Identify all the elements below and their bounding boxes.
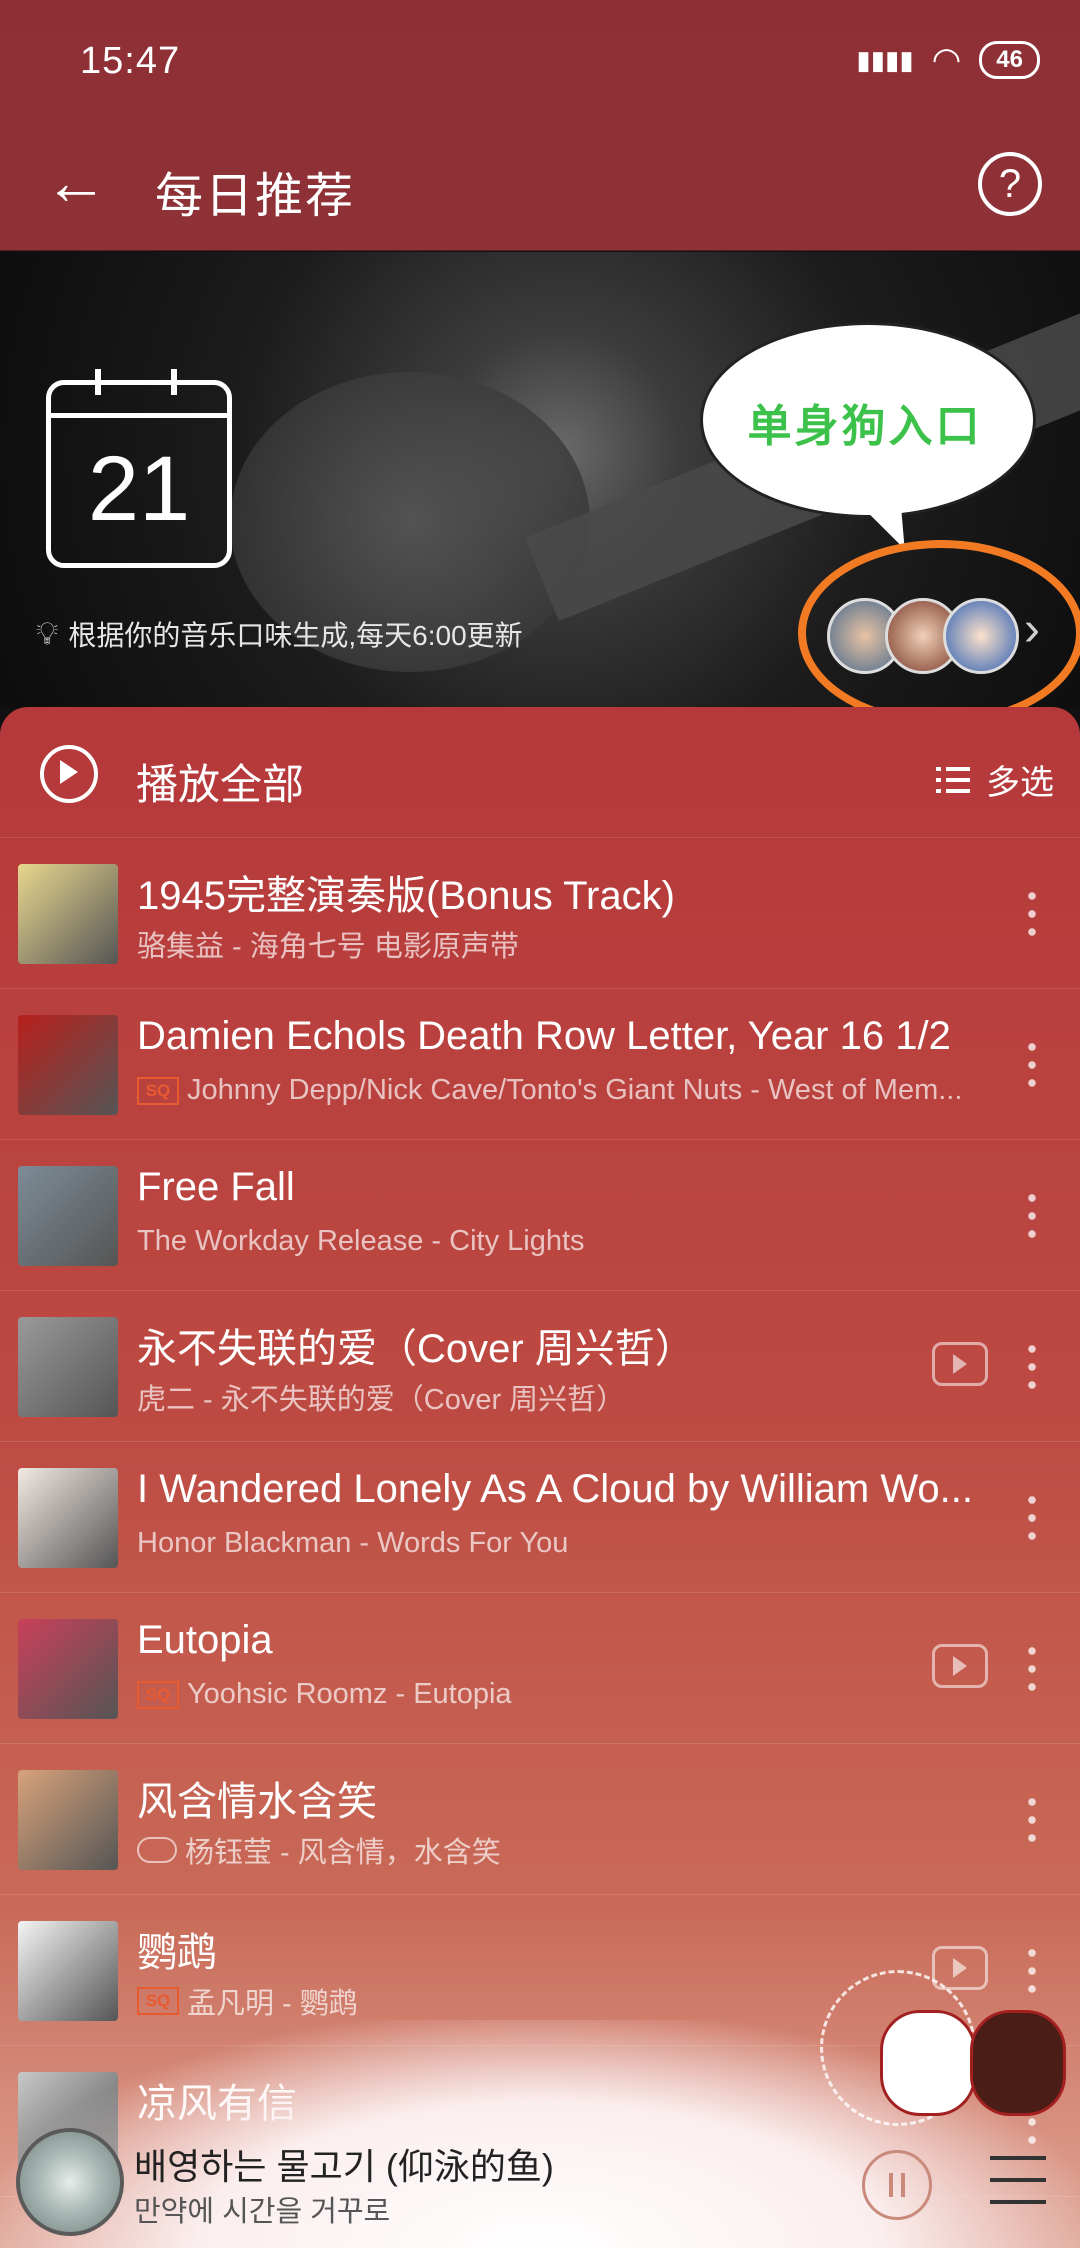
song-title: 风含情水含笑	[137, 1780, 377, 1824]
album-cover[interactable]	[18, 1619, 118, 1719]
speech-bubble-text: 单身狗入口	[747, 402, 983, 451]
song-subtitle: The Workday Release - City Lights	[137, 1225, 987, 1258]
more-options-icon[interactable]	[1028, 1642, 1036, 1692]
album-cover[interactable]	[18, 1317, 118, 1417]
banner-note-text: 根据你的音乐口味生成,每天6:00更新	[68, 620, 523, 651]
song-artist-album: 骆集益 - 海角七号 电影原声带	[137, 931, 519, 963]
play-all-bar: 播放全部 多选	[0, 707, 1080, 838]
more-options-icon[interactable]	[1028, 1038, 1036, 1088]
song-title: Damien Echols Death Row Letter, Year 16 …	[137, 1014, 951, 1058]
song-subtitle: 虎二 - 永不失联的爱（Cover 周兴哲）	[137, 1376, 987, 1418]
multi-select-button[interactable]: 多选	[936, 755, 1054, 804]
play-triangle-icon	[60, 760, 78, 784]
now-playing-title: 배영하는 물고기 (仰泳的鱼)	[134, 2146, 554, 2187]
song-row[interactable]: 风含情水含笑杨钰莹 - 风含情，水含笑	[0, 1743, 1080, 1895]
calendar-ring	[171, 369, 177, 395]
song-title: 1945完整演奏版(Bonus Track)	[137, 874, 675, 918]
mini-player[interactable]: 배영하는 물고기 (仰泳的鱼) 만약에 시간을 거꾸로	[0, 2098, 1080, 2248]
song-artist-album: 虎二 - 永不失联的爱（Cover 周兴哲）	[137, 1384, 626, 1416]
song-row[interactable]: Eutopia SQ Yoohsic Roomz - Eutopia	[0, 1592, 1080, 1744]
calendar-top-line	[51, 413, 227, 418]
more-options-icon[interactable]	[1028, 1340, 1036, 1390]
sq-badge-icon: SQ	[137, 1987, 179, 2015]
song-subtitle: SQ Yoohsic Roomz - Eutopia	[137, 1678, 987, 1711]
more-options-icon[interactable]	[1028, 887, 1036, 937]
now-playing-cover[interactable]	[16, 2128, 124, 2236]
calendar-ring	[95, 369, 101, 395]
album-cover[interactable]	[18, 1770, 118, 1870]
sq-badge-icon: SQ	[137, 1076, 179, 1105]
song-subtitle: 骆集益 - 海角七号 电影原声带	[137, 923, 987, 965]
song-title: I Wandered Lonely As A Cloud by William …	[137, 1467, 973, 1511]
song-artist-album: Honor Blackman - Words For You	[137, 1527, 569, 1559]
now-playing-subtitle: 만약에 시간을 거꾸로	[134, 2196, 391, 2228]
song-artist-album: Yoohsic Roomz - Eutopia	[187, 1678, 512, 1710]
help-icon[interactable]: ?	[978, 152, 1042, 216]
calendar-day: 21	[87, 438, 191, 540]
cloud-icon	[137, 1837, 177, 1863]
page-title: 每日推荐	[155, 170, 356, 223]
song-artist-album: 孟凡明 - 鹦鹉	[187, 1988, 358, 2020]
sq-badge-icon: SQ	[137, 1680, 179, 1709]
song-title: Eutopia	[137, 1618, 273, 1662]
song-title: Free Fall	[137, 1165, 295, 1209]
album-cover[interactable]	[18, 1468, 118, 1568]
album-cover[interactable]	[18, 1921, 118, 2021]
album-cover[interactable]	[18, 864, 118, 964]
wifi-icon: ◠	[931, 41, 962, 79]
album-cover[interactable]	[18, 1166, 118, 1266]
song-row[interactable]: Free Fall The Workday Release - City Ligh…	[0, 1139, 1080, 1291]
playlist-icon[interactable]	[990, 2156, 1046, 2204]
song-artist-album: Johnny Depp/Nick Cave/Tonto's Giant Nuts…	[187, 1074, 963, 1106]
song-subtitle: 杨钰莹 - 风含情，水含笑	[137, 1829, 987, 1871]
song-subtitle: SQ Johnny Depp/Nick Cave/Tonto's Giant Nu…	[137, 1074, 987, 1107]
album-cover[interactable]	[18, 1015, 118, 1115]
mv-play-icon[interactable]	[932, 1342, 988, 1386]
multi-select-label: 多选	[986, 764, 1054, 802]
mv-play-icon[interactable]	[932, 1644, 988, 1688]
song-row[interactable]: Damien Echols Death Row Letter, Year 16 …	[0, 988, 1080, 1140]
play-all-button[interactable]: 播放全部	[136, 751, 304, 812]
banner-note: 💡︎ 根据你的音乐口味生成,每天6:00更新	[36, 614, 523, 654]
more-options-icon[interactable]	[1028, 1793, 1036, 1843]
highlight-circle	[798, 540, 1080, 707]
more-options-icon[interactable]	[1028, 1491, 1036, 1541]
pause-icon[interactable]	[862, 2150, 932, 2220]
song-artist-album: The Workday Release - City Lights	[137, 1225, 585, 1257]
status-time: 15:47	[80, 40, 181, 82]
header: ← 每日推荐 ?	[0, 120, 1080, 250]
signal-icon: ▮▮▮▮	[856, 44, 914, 75]
battery-icon: 46	[979, 41, 1040, 79]
song-title: 永不失联的爱（Cover 周兴哲）	[137, 1327, 695, 1371]
more-options-icon[interactable]	[1028, 1189, 1036, 1239]
song-row[interactable]: 1945完整演奏版(Bonus Track) 骆集益 - 海角七号 电影原声带	[0, 837, 1080, 989]
back-arrow-icon[interactable]: ←	[44, 150, 114, 220]
lightbulb-icon: 💡︎	[36, 615, 59, 651]
song-row[interactable]: I Wandered Lonely As A Cloud by William …	[0, 1441, 1080, 1593]
calendar-icon: 21	[46, 369, 232, 568]
list-icon	[936, 764, 970, 795]
song-row[interactable]: 永不失联的爱（Cover 周兴哲） 虎二 - 永不失联的爱（Cover 周兴哲）	[0, 1290, 1080, 1442]
status-icons: ▮▮▮▮ ◠ 46	[856, 40, 1040, 80]
status-bar: 15:47 ▮▮▮▮ ◠ 46	[0, 0, 1080, 120]
daily-banner: 21 💡︎ 根据你的音乐口味生成,每天6:00更新 单身狗入口 ›	[0, 252, 1080, 707]
song-artist-album: 杨钰莹 - 风含情，水含笑	[185, 1837, 501, 1869]
song-subtitle: Honor Blackman - Words For You	[137, 1527, 987, 1560]
